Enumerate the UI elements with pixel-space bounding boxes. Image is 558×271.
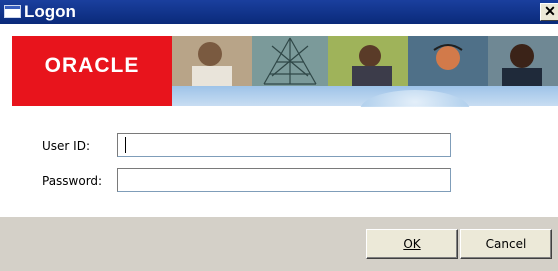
password-input[interactable] [117, 168, 451, 192]
logon-form [0, 107, 558, 217]
banner-photo-strip [172, 36, 558, 86]
text-caret [125, 137, 126, 153]
cancel-label: Cancel [485, 237, 527, 251]
ok-label: OK [403, 237, 421, 251]
close-button[interactable]: ✕ [540, 3, 558, 21]
window-title: Logon [24, 2, 76, 21]
ok-button[interactable]: OK [366, 229, 458, 259]
window-icon [4, 5, 21, 18]
oracle-logo: ORACLE [44, 54, 140, 77]
oracle-banner: ORACLE [0, 24, 558, 107]
oracle-logo-block: ORACLE [12, 36, 172, 106]
user-id-label: User ID: [42, 139, 90, 153]
password-label: Password: [42, 174, 103, 188]
user-id-input[interactable] [117, 133, 451, 157]
cancel-button[interactable]: Cancel [460, 229, 552, 259]
button-bar: OK Cancel [0, 217, 558, 271]
title-bar: Logon ✕ [0, 0, 558, 24]
